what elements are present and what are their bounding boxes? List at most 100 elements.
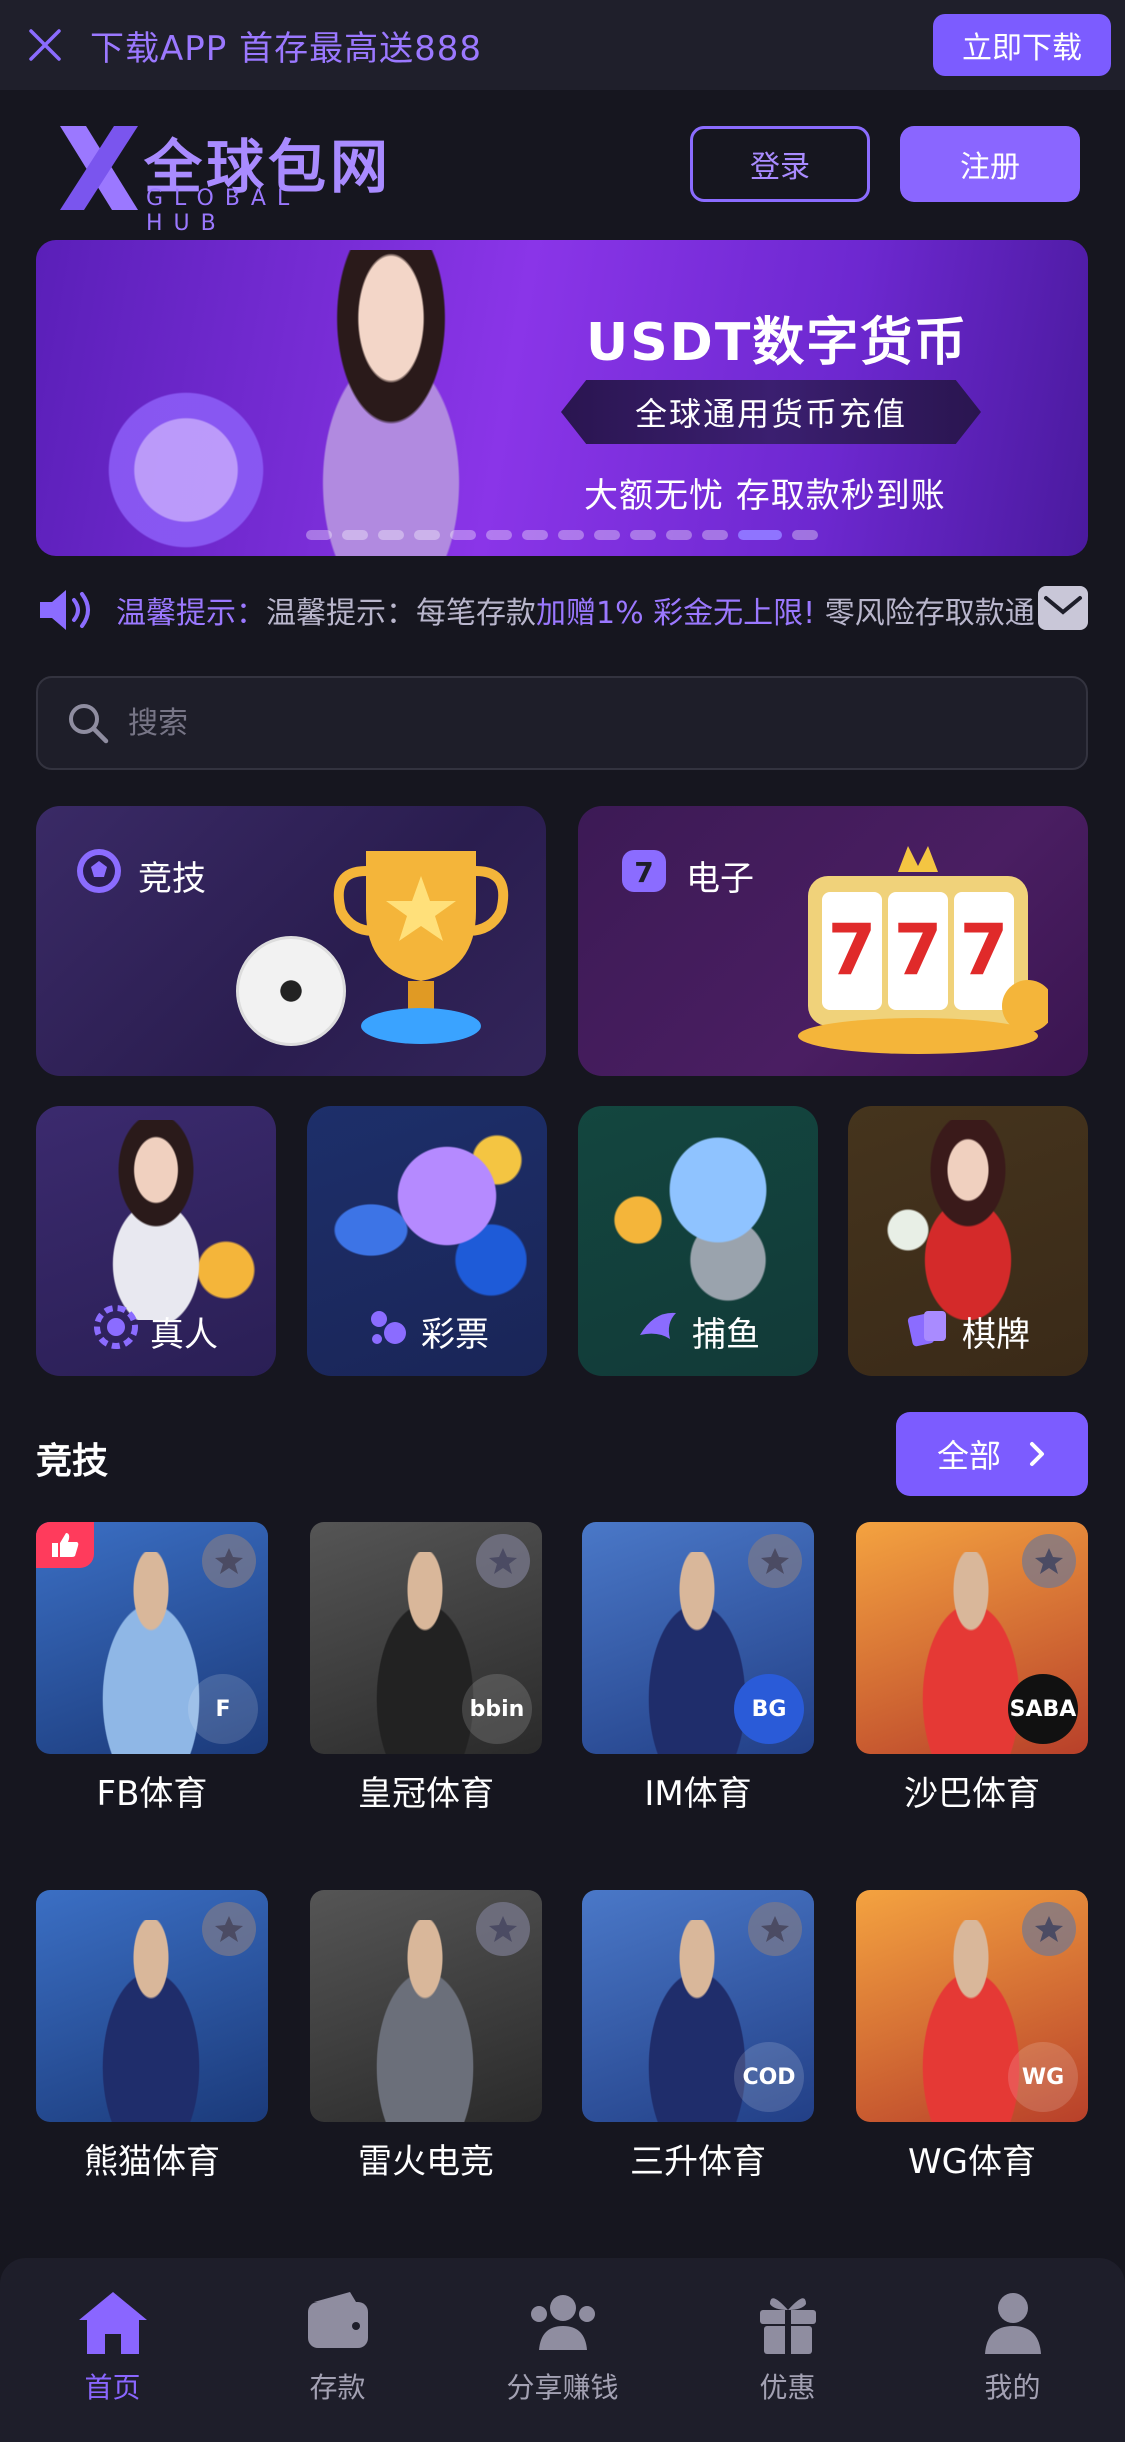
notice-prefix: 温馨提示：每笔存款 <box>266 596 536 631</box>
nav-promo[interactable]: 优惠 <box>688 2288 888 2406</box>
venue-brand-badge: bbin <box>462 1674 532 1744</box>
favorite-star-icon[interactable] <box>202 1902 256 1956</box>
soccer-ball-icon <box>74 846 124 905</box>
carousel-dot[interactable] <box>306 530 332 540</box>
carousel-dot[interactable] <box>414 530 440 540</box>
svg-text:7: 7 <box>960 909 1009 991</box>
favorite-star-icon[interactable] <box>202 1534 256 1588</box>
venue-name: FB体育 <box>96 1774 208 1814</box>
lottery-balls-image <box>327 1120 527 1320</box>
shark-icon <box>636 1305 680 1358</box>
logo[interactable]: 全球包网 GLOBAL HUB <box>56 120 396 236</box>
category-cards-card[interactable]: 棋牌 <box>848 1106 1088 1376</box>
venue-name: 皇冠体育 <box>358 1774 494 1814</box>
venue-brand-badge: SABA <box>1008 1674 1078 1744</box>
search-input[interactable] <box>128 705 1028 741</box>
close-icon[interactable] <box>0 0 90 90</box>
carousel-dot[interactable] <box>378 530 404 540</box>
carousel-dot[interactable] <box>594 530 620 540</box>
carousel-dot[interactable] <box>792 530 818 540</box>
venue-thumbnail: BG <box>582 1522 814 1754</box>
venue-card[interactable]: 雷火电竞 <box>310 1890 542 2190</box>
notice-bar: 温馨提示：温馨提示：每笔存款加赠1% 彩金无上限! 零风险存取款通道 <box>36 580 1088 640</box>
live-dealer-image <box>56 1120 256 1320</box>
slot-7-icon: 7 <box>616 846 672 905</box>
favorite-star-icon[interactable] <box>748 1902 802 1956</box>
nav-share[interactable]: 分享赚钱 <box>463 2288 663 2406</box>
venue-name: IM体育 <box>644 1774 752 1814</box>
category-live-card[interactable]: 真人 <box>36 1106 276 1376</box>
view-all-button[interactable]: 全部 <box>896 1412 1088 1496</box>
carousel-dot[interactable] <box>630 530 656 540</box>
venue-card[interactable]: BG IM体育 <box>582 1522 814 1822</box>
carousel-dot[interactable] <box>342 530 368 540</box>
category-sports-label: 竞技 <box>74 846 206 905</box>
venue-card[interactable]: 熊猫体育 <box>36 1890 268 2190</box>
download-banner: 下载APP 首存最高送888 立即下载 <box>0 0 1125 90</box>
venue-thumbnail <box>36 1890 268 2122</box>
category-lottery-label: 彩票 <box>307 1305 547 1358</box>
venue-card[interactable]: bbin 皇冠体育 <box>310 1522 542 1822</box>
register-button[interactable]: 注册 <box>900 126 1080 202</box>
category-cards-label: 棋牌 <box>848 1305 1088 1358</box>
search-bar[interactable] <box>36 676 1088 770</box>
carousel-dot[interactable] <box>486 530 512 540</box>
chip-icon <box>94 1305 138 1358</box>
venue-card[interactable]: WG WG体育 <box>856 1890 1088 2190</box>
venue-card[interactable]: SABA 沙巴体育 <box>856 1522 1088 1822</box>
favorite-star-icon[interactable] <box>748 1534 802 1588</box>
category-fishing-label: 捕鱼 <box>578 1305 818 1358</box>
cards-icon <box>906 1305 950 1358</box>
venue-thumbnail: COD <box>582 1890 814 2122</box>
category-sports-card[interactable]: 竞技 <box>36 806 546 1076</box>
category-cards-text: 棋牌 <box>962 1315 1030 1355</box>
venue-name: 雷火电竞 <box>358 2142 494 2182</box>
category-fishing-card[interactable]: 捕鱼 <box>578 1106 818 1376</box>
card-game-image <box>868 1120 1068 1320</box>
promo-carousel[interactable]: USDT数字货币 全球通用货币充值 大额无忧 存取款秒到账 <box>36 240 1088 556</box>
carousel-dots[interactable] <box>306 530 818 540</box>
venue-brand-badge: COD <box>734 2042 804 2112</box>
banner-pill: 全球通用货币充值 <box>561 380 981 444</box>
promo-text: 下载APP 首存最高送888 <box>90 28 482 69</box>
header: 全球包网 GLOBAL HUB 登录 注册 <box>0 90 1125 240</box>
category-slots-label: 7 电子 <box>616 846 754 905</box>
thumbs-up-icon <box>36 1522 94 1568</box>
nav-deposit[interactable]: 存款 <box>238 2288 438 2406</box>
nav-mine-label: 我的 <box>984 2371 1041 2404</box>
venue-brand-badge: BG <box>734 1674 804 1744</box>
banner-subtitle: 大额无忧 存取款秒到账 <box>584 476 946 516</box>
category-fishing-text: 捕鱼 <box>692 1315 760 1355</box>
login-button[interactable]: 登录 <box>690 126 870 202</box>
carousel-dot[interactable] <box>522 530 548 540</box>
nav-mine[interactable]: 我的 <box>913 2288 1113 2406</box>
gift-icon <box>759 2298 816 2354</box>
nav-home[interactable]: 首页 <box>13 2288 213 2406</box>
carousel-dot[interactable] <box>738 530 782 540</box>
banner-title: USDT数字货币 <box>586 313 969 373</box>
venue-thumbnail <box>310 1890 542 2122</box>
notice-label: 温馨提示： <box>116 596 266 631</box>
bottom-nav: 首页 存款 分享赚钱 优惠 我的 <box>0 2258 1125 2442</box>
category-slots-text: 电子 <box>686 859 754 899</box>
player-image <box>76 1920 226 2122</box>
favorite-star-icon[interactable] <box>476 1902 530 1956</box>
category-lottery-card[interactable]: 彩票 <box>307 1106 547 1376</box>
carousel-dot[interactable] <box>450 530 476 540</box>
venue-name: 熊猫体育 <box>84 2142 220 2182</box>
trophy-image <box>333 851 509 1044</box>
carousel-dot[interactable] <box>558 530 584 540</box>
carousel-dot[interactable] <box>666 530 692 540</box>
favorite-star-icon[interactable] <box>476 1534 530 1588</box>
venue-card[interactable]: COD 三升体育 <box>582 1890 814 2190</box>
venue-card[interactable]: F FB体育 <box>36 1522 268 1822</box>
carousel-dot[interactable] <box>702 530 728 540</box>
mail-icon[interactable] <box>1038 586 1088 630</box>
category-slots-card[interactable]: 7 电子 7 7 7 <box>578 806 1088 1076</box>
nav-home-label: 首页 <box>84 2371 141 2404</box>
download-app-button[interactable]: 立即下载 <box>933 14 1111 76</box>
favorite-star-icon[interactable] <box>1022 1534 1076 1588</box>
slot-machine-image: 7 7 7 <box>798 846 1048 1054</box>
favorite-star-icon[interactable] <box>1022 1902 1076 1956</box>
venue-name: 三升体育 <box>630 2142 766 2182</box>
